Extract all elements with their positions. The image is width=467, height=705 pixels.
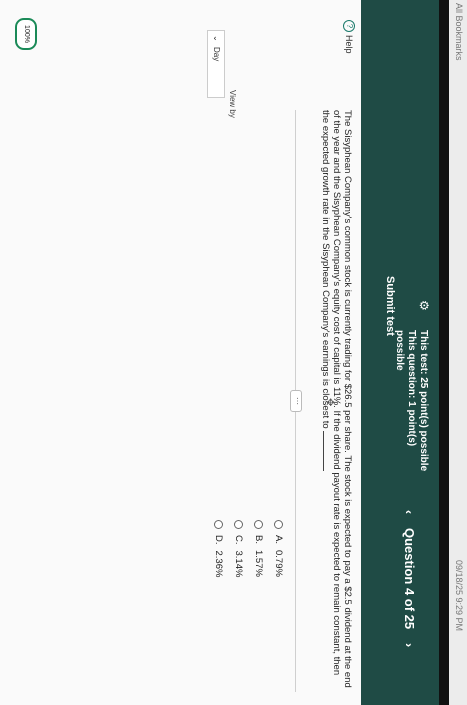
answer-blank [323,431,324,472]
option-value: 0.79% [273,549,285,577]
radio-button[interactable] [254,520,264,529]
option-d[interactable]: D. 2.36% [209,520,229,577]
radio-button[interactable] [234,520,244,529]
option-a[interactable]: A. 0.79% [269,520,289,577]
chevron-right-icon[interactable]: › [403,643,417,647]
chevron-left-icon[interactable]: ‹ [403,510,417,514]
radio-button[interactable] [214,520,224,529]
option-value: 2.36% [213,550,225,578]
zoom-indicator[interactable]: 100% [15,18,37,50]
help-link[interactable]: ? Help [343,20,355,54]
points-info: This test: 25 point(s) possible This que… [393,330,429,480]
test-header: ⚙ This test: 25 point(s) possible This q… [361,0,439,705]
test-points: This test: 25 point(s) possible [418,330,429,472]
move-icon[interactable]: ✥ [324,398,335,406]
more-options-button[interactable]: ⋯ [290,390,302,412]
question-points: This question: 1 point(s) possible [394,330,417,447]
bookmarks-bar: All Bookmarks 09/18/25 9:29 PM [448,0,467,705]
option-letter: B. [253,535,265,544]
question-navigator: ‹ Question 4 of 25 › [402,510,417,647]
chevron-down-icon: ⌄ [212,35,221,42]
option-letter: C. [233,535,245,545]
help-label: Help [344,35,354,54]
clock: 09/18/25 9:29 PM [454,560,464,632]
answer-options: A. 0.79% B. 1.57% C. 3.14% D. 2.36% [209,520,289,577]
option-c[interactable]: C. 3.14% [229,520,249,577]
option-value: 3.14% [233,550,245,578]
option-value: 1.57% [253,549,265,577]
view-by-label: View by [228,90,237,118]
question-counter: Question 4 of 25 [402,528,417,630]
bookmarks-link[interactable]: All Bookmarks [454,3,464,61]
submit-test-button[interactable]: Submit test [383,270,397,342]
gear-icon[interactable]: ⚙ [417,300,431,311]
view-by-select[interactable]: Day ⌄ [207,30,225,98]
rotated-screen: All Bookmarks 09/18/25 9:29 PM ⚙ This te… [0,0,467,705]
view-by-value: Day [212,47,221,62]
option-letter: A. [273,535,285,544]
radio-button[interactable] [274,520,284,529]
system-bar [439,0,449,705]
test-page: ⚙ This test: 25 point(s) possible This q… [0,0,439,705]
help-icon: ? [343,20,355,32]
option-b[interactable]: B. 1.57% [249,520,269,577]
option-letter: D. [213,535,225,545]
